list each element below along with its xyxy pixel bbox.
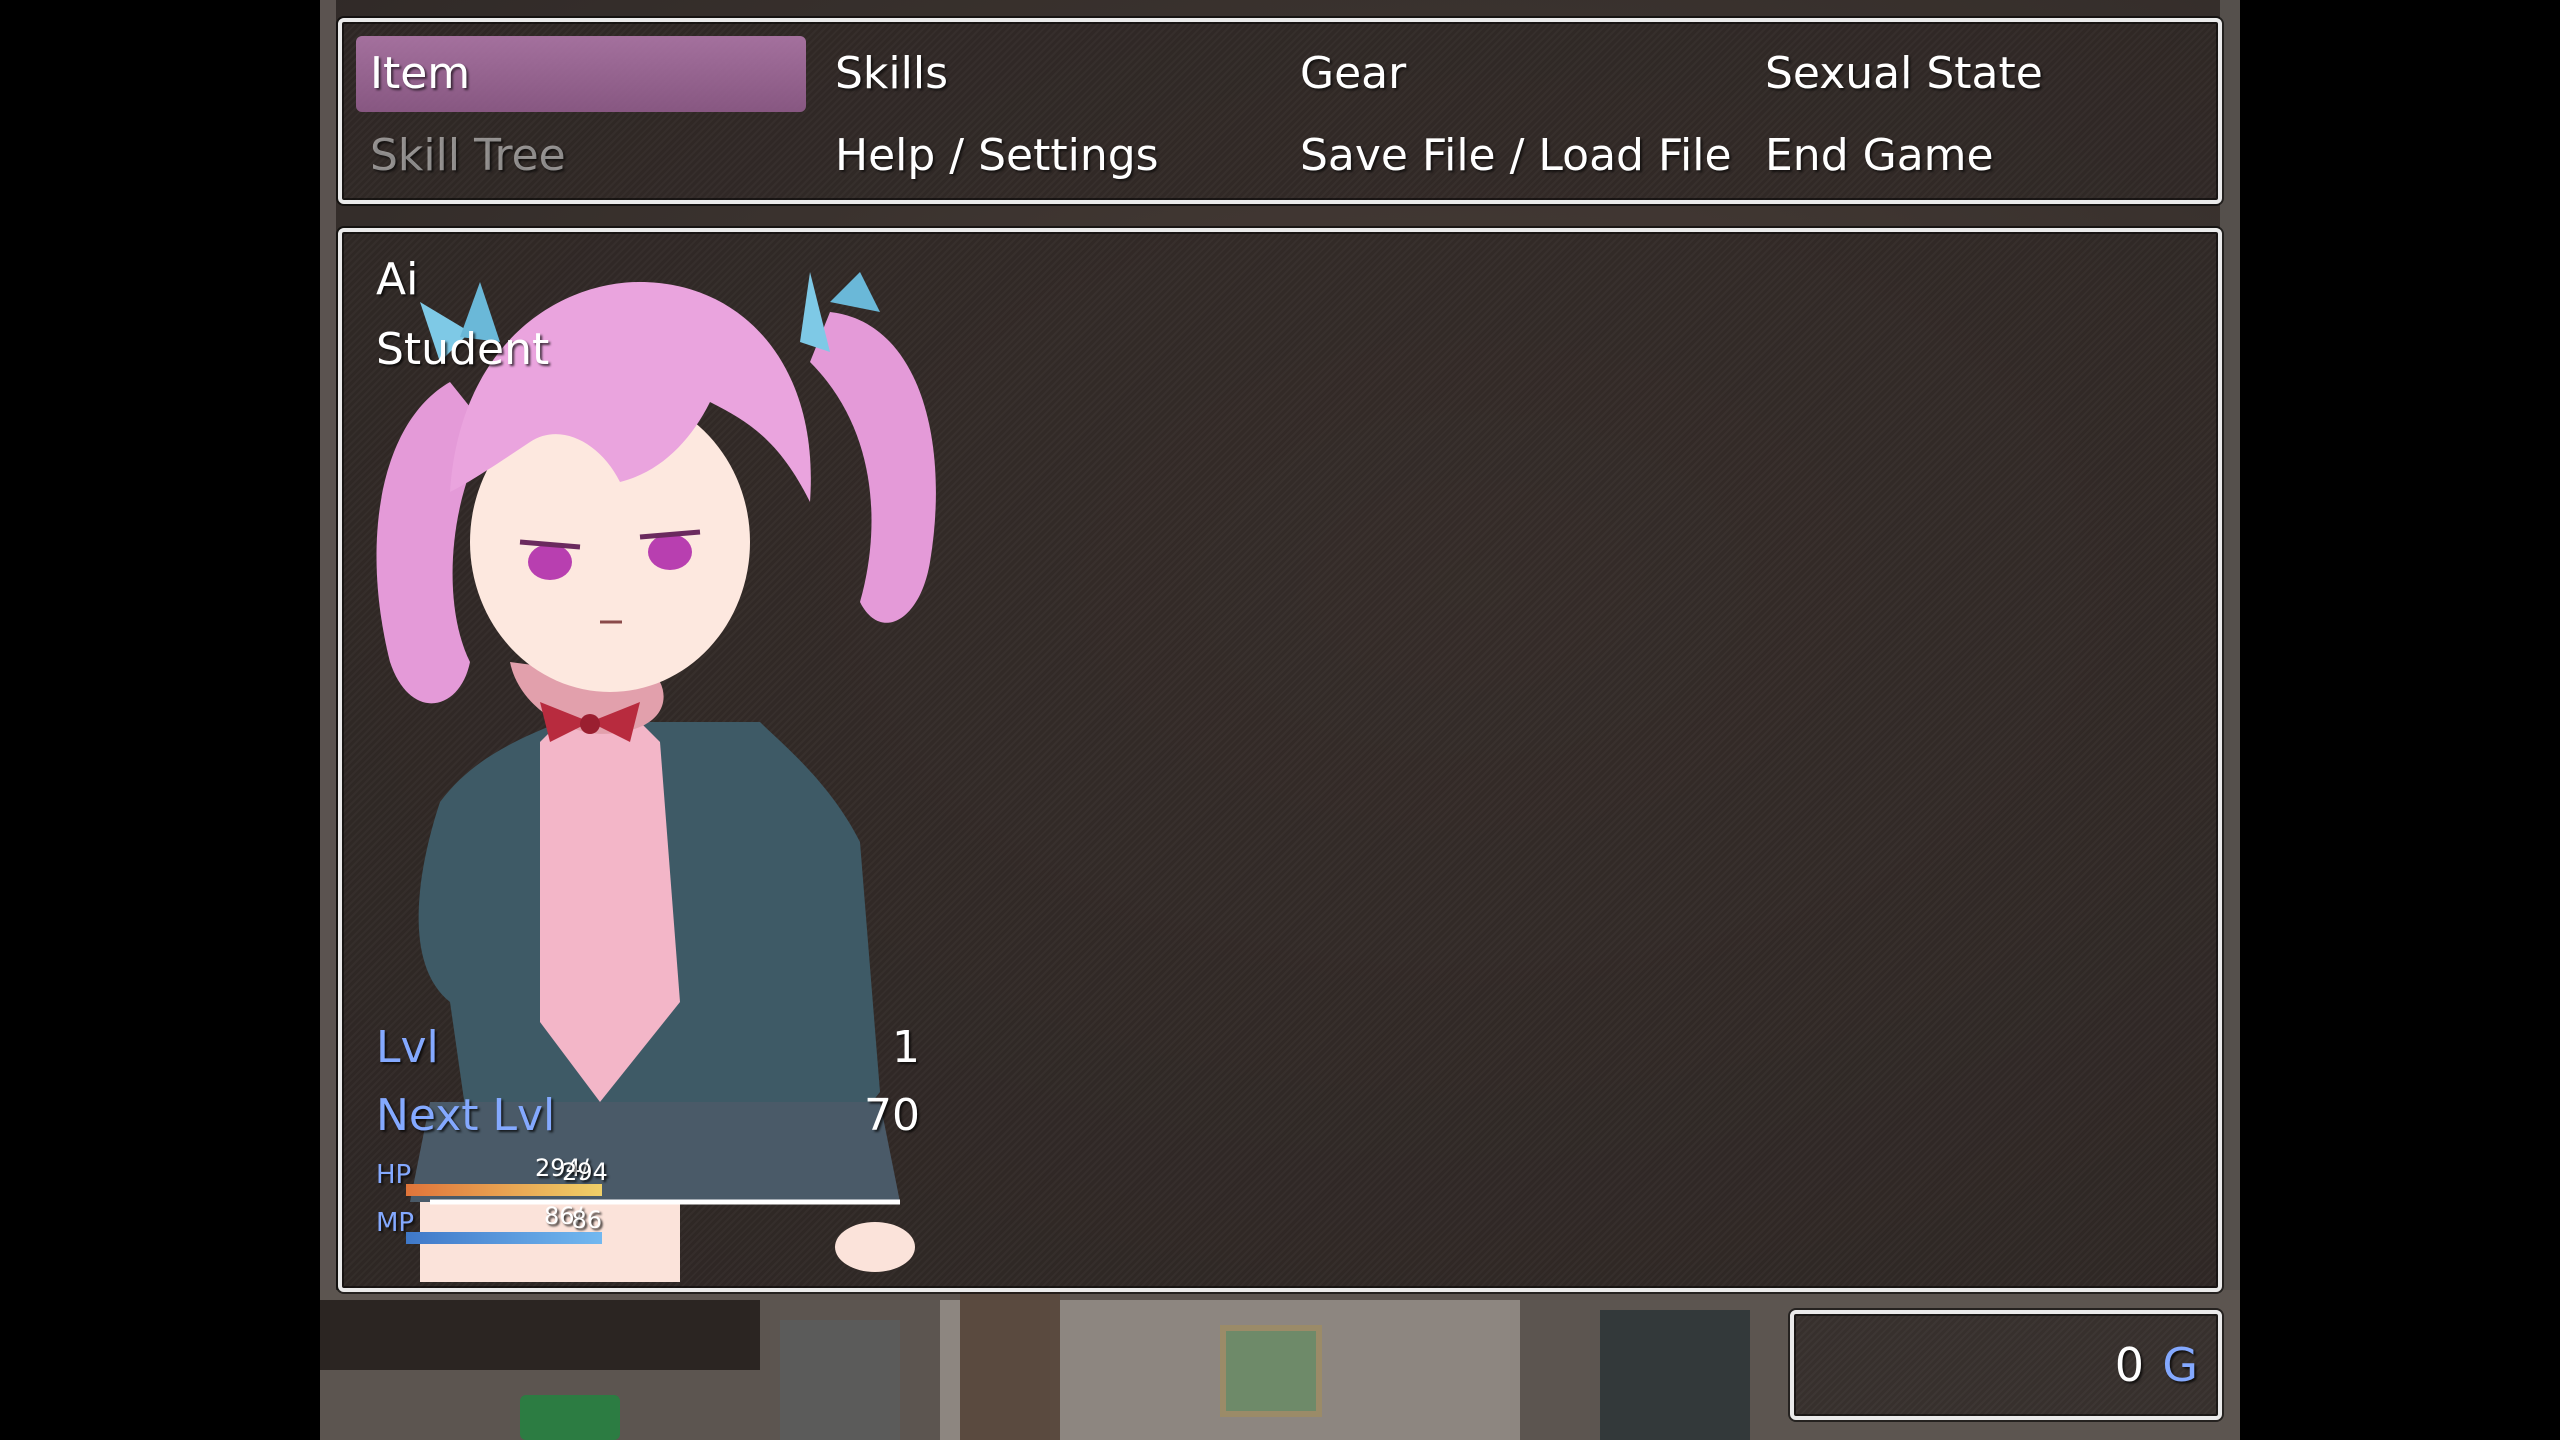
command-skill-tree[interactable]: Skill Tree [356, 118, 806, 194]
actor-entry[interactable]: Ai Student Lvl 1 Next Lvl 70 HP 294/ 294… [360, 242, 938, 1282]
map-dark-panel [1600, 1310, 1750, 1440]
map-picture-frame [1220, 1325, 1322, 1417]
map-wood-panel [960, 1290, 1060, 1440]
mp-max: 86 [571, 1206, 602, 1234]
map-dark-block [320, 1300, 760, 1370]
level-value: 1 [892, 1022, 920, 1073]
command-item[interactable]: Item [356, 36, 806, 112]
next-level-value: 70 [864, 1090, 920, 1141]
next-level-label: Next Lvl [376, 1090, 556, 1141]
command-window: Item Skills Gear Sexual State Skill Tree… [338, 18, 2222, 204]
map-wall-left [320, 0, 336, 1300]
gold-value: 0 [2114, 1338, 2144, 1392]
map-door [780, 1320, 900, 1440]
command-end-game[interactable]: End Game [1751, 118, 2201, 194]
command-gear[interactable]: Gear [1286, 36, 1736, 112]
command-save-load-file[interactable]: Save File / Load File [1286, 118, 1736, 194]
command-sexual-state[interactable]: Sexual State [1751, 36, 2201, 112]
game-screen: Item Skills Gear Sexual State Skill Tree… [320, 0, 2240, 1440]
actor-class: Student [376, 324, 550, 375]
status-window: Ai Student Lvl 1 Next Lvl 70 HP 294/ 294… [338, 228, 2222, 1292]
command-skills[interactable]: Skills [821, 36, 1271, 112]
level-label: Lvl [376, 1022, 439, 1073]
hp-max: 294 [562, 1158, 608, 1186]
map-wall-right [2220, 0, 2240, 1300]
gold-unit: G [2162, 1338, 2198, 1392]
actor-name: Ai [376, 254, 419, 305]
command-help-settings[interactable]: Help / Settings [821, 118, 1271, 194]
gold-window: 0 G [1790, 1310, 2222, 1420]
map-green-sign [520, 1395, 620, 1440]
